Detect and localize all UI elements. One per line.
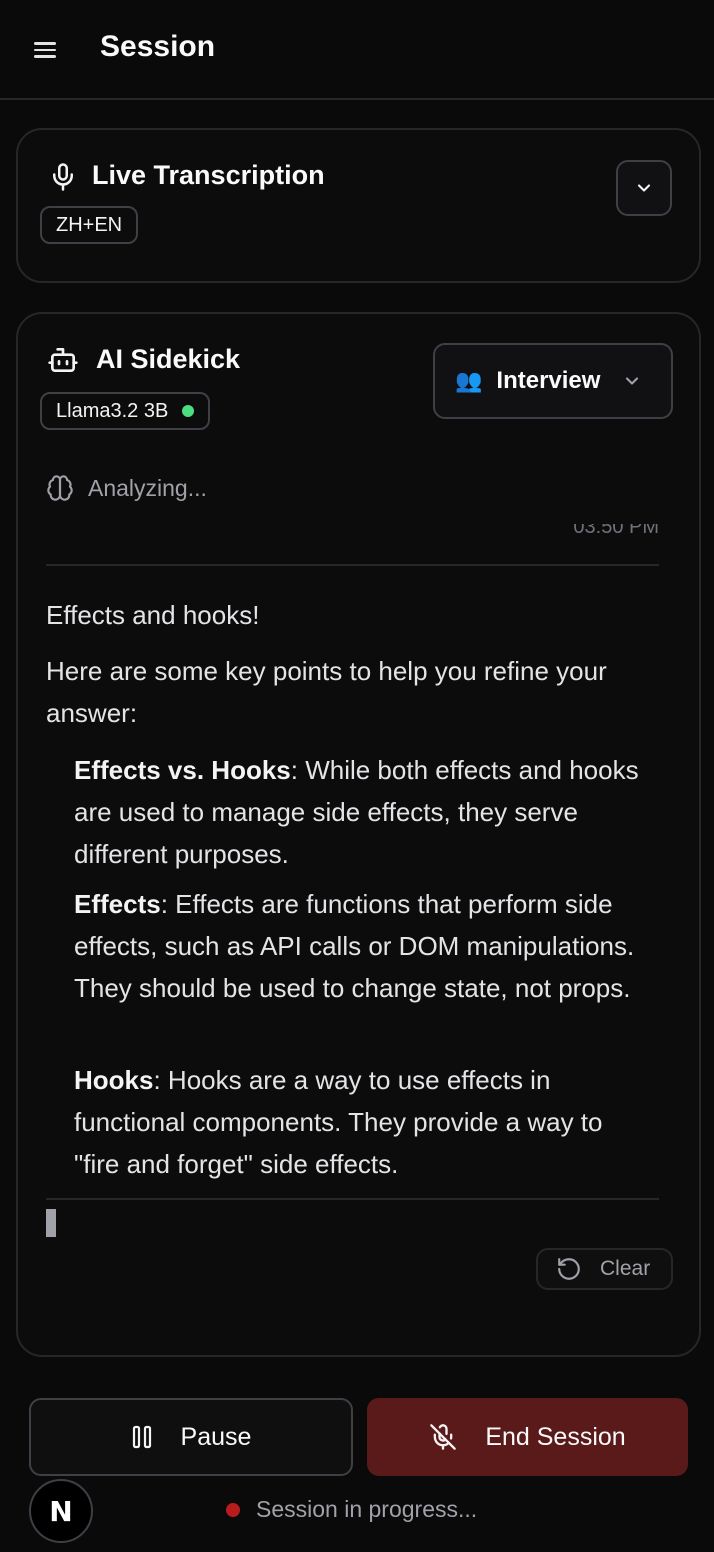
- list-item-term: Effects vs. Hooks: [74, 755, 291, 785]
- model-tag: Llama3.2 3B: [40, 392, 211, 430]
- model-status-dot: [182, 405, 195, 417]
- brain-icon: [47, 475, 73, 501]
- model-tag-label: Llama3.2 3B: [56, 399, 169, 422]
- transcription-card: Live Transcription ZH+EN: [16, 128, 701, 283]
- menu-icon[interactable]: [34, 38, 60, 60]
- framework-badge-letter: N: [49, 1494, 73, 1528]
- pause-button-label: Pause: [180, 1422, 252, 1451]
- mode-label: Interview: [496, 367, 601, 394]
- list-item: Effects vs. Hooks: While both effects an…: [74, 749, 649, 875]
- page-title: Session: [100, 30, 216, 63]
- pause-icon: [132, 1425, 151, 1449]
- analysis-status: Analyzing...: [46, 474, 207, 502]
- chevron-down-icon: [626, 377, 639, 385]
- recording-dot: [226, 1502, 240, 1517]
- chevron-down-icon: [637, 184, 651, 192]
- mic-off-icon: [430, 1424, 457, 1450]
- clear-button-label: Clear: [600, 1257, 651, 1280]
- list-item: Hooks: Hooks are a way to use effects in…: [74, 1059, 649, 1185]
- transcription-title: Live Transcription: [92, 160, 325, 190]
- divider: [46, 564, 659, 566]
- sidekick-title: AI Sidekick: [96, 344, 241, 374]
- session-status-label: Session in progress...: [256, 1496, 478, 1522]
- ai-response-area[interactable]: 03:50 PM Effects and hooks! Here are som…: [46, 524, 659, 1200]
- end-session-button[interactable]: End Session: [367, 1398, 688, 1476]
- divider: [46, 1198, 659, 1200]
- message-intro: Effects and hooks!: [46, 600, 260, 630]
- list-item: Effects: Effects are functions that perf…: [74, 883, 649, 1009]
- language-tag-label: ZH+EN: [56, 213, 123, 236]
- message-timestamp: 03:50 PM: [573, 524, 659, 538]
- end-session-label: End Session: [485, 1422, 626, 1451]
- analysis-status-label: Analyzing...: [88, 474, 207, 501]
- top-bar: Session: [0, 0, 714, 100]
- microphone-icon: [53, 163, 73, 191]
- mode-select[interactable]: 👥 Interview: [433, 343, 673, 419]
- list-item-term: Hooks: [74, 1065, 154, 1095]
- list-item-term: Effects: [74, 889, 161, 919]
- framework-badge[interactable]: N: [29, 1479, 93, 1543]
- people-icon: 👥: [455, 368, 483, 393]
- bot-icon: [48, 348, 78, 372]
- clear-button[interactable]: Clear: [536, 1248, 673, 1290]
- pause-button[interactable]: Pause: [29, 1398, 353, 1476]
- text-cursor: [46, 1209, 56, 1237]
- session-status: Session in progress...: [226, 1496, 477, 1523]
- expand-transcription-button[interactable]: [616, 160, 672, 216]
- rotate-ccw-icon: [558, 1258, 580, 1280]
- list-item-text: : Hooks are a way to use effects in func…: [74, 1065, 603, 1179]
- language-tag: ZH+EN: [40, 206, 139, 244]
- message-lead: Here are some key points to help you ref…: [46, 656, 607, 728]
- sidekick-card: AI Sidekick Llama3.2 3B 👥 Interview Anal…: [16, 312, 701, 1357]
